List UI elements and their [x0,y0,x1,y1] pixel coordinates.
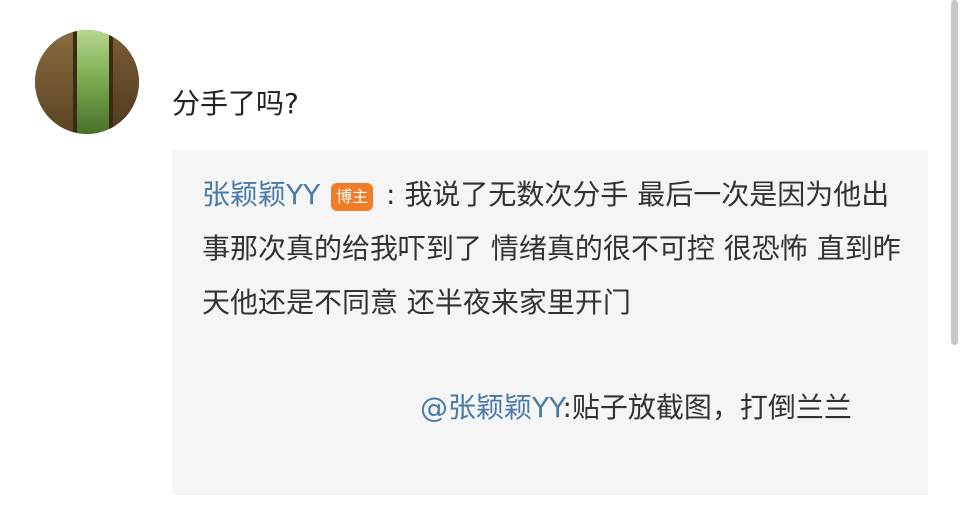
vertical-scrollbar[interactable] [951,0,958,345]
quoted-comment[interactable]: 张颖颖YY 博主 : 我说了无数次分手 最后一次是因为他出事那次真的给我吓到了 … [172,150,928,495]
reply-mention[interactable]: @张颖颖YY [420,391,563,424]
blogger-badge: 博主 [331,183,374,211]
door-frame-icon [109,30,113,134]
quoted-username[interactable]: 张颖颖YY [202,178,320,211]
door-left-icon [35,30,75,134]
quoted-text-block: 张颖颖YY 博主 : 我说了无数次分手 最后一次是因为他出事那次真的给我吓到了 … [202,168,902,330]
garden-icon [75,30,111,134]
user-avatar[interactable] [35,30,139,134]
door-frame-icon [73,30,77,134]
door-right-icon [111,30,139,134]
comment-text: 分手了吗? [172,87,299,120]
comment: 分手了吗? 张颖颖YY 博主 : 我说了无数次分手 最后一次是因为他出事那次真的… [0,0,960,523]
reply-text: :贴子放截图，打倒兰兰 [562,391,852,424]
reply-content: @张颖颖YY:贴子放截图，打倒兰兰 [202,384,902,432]
reply-line: @张颖颖YY:贴子放截图，打倒兰兰 [202,384,902,432]
